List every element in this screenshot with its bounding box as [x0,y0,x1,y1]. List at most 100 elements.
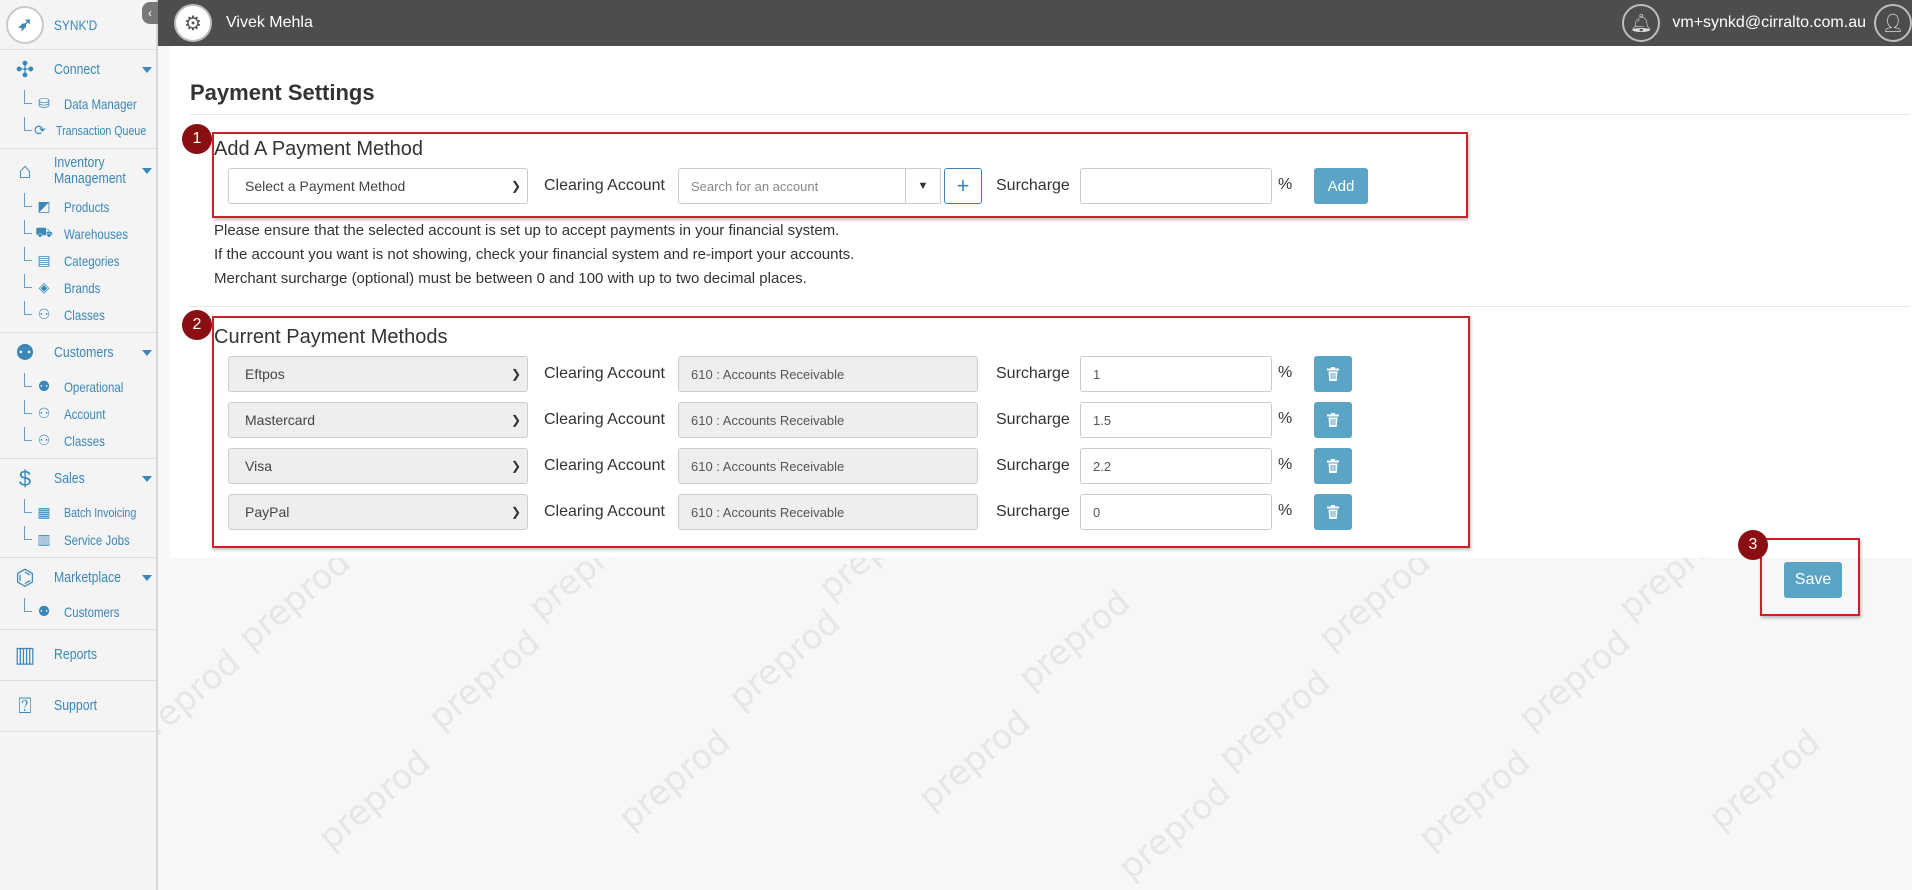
nav-sales[interactable]: $ Sales [0,459,156,499]
chevron-down-icon[interactable] [142,168,152,174]
nav-transaction-queue[interactable]: ⟳ Transaction Queue [0,117,156,144]
trash-icon [1327,505,1339,519]
note-account-setup: Please ensure that the selected account … [214,222,840,239]
nav-label: Transaction Queue [55,123,147,138]
clearing-account-label: Clearing Account [544,411,665,428]
category-icon: ▤ [37,252,51,268]
percent-label: % [1278,410,1293,427]
nav-data-manager[interactable]: ⛁ Data Manager [0,90,156,117]
add-button[interactable]: Add [1314,168,1368,204]
surcharge-input[interactable]: 1 [1080,356,1272,392]
nav-brands[interactable]: ◈ Brands [0,274,156,301]
watermark-text: preprod [1700,721,1829,839]
payment-method-row: Visa ❯ Clearing Account 610 : Accounts Re… [228,448,1408,484]
chevron-down-icon: ❯ [510,413,521,427]
delete-button[interactable] [1314,402,1352,438]
surcharge-label: Surcharge [996,503,1070,520]
nav-label: Products [64,198,110,215]
nav-group-sales: $ Sales ▦ Batch Invoicing ▥ Service Jobs [0,459,156,558]
nav-label: Sales [54,470,85,487]
warehouse-icon: ⌂ [18,158,32,183]
clearing-account-field: 610 : Accounts Receivable [678,448,978,484]
payment-method-select[interactable]: Select a Payment Method ❯ [228,168,528,204]
nav-label: Warehouses [64,225,129,242]
chevron-down-icon[interactable] [142,476,152,482]
user-name: Vivek Mehla [226,14,313,31]
payment-method-select[interactable]: Visa ❯ [228,448,528,484]
user-email[interactable]: vm+synkd@cirralto.com.au [1672,14,1866,32]
watermark-text: preprod [1310,541,1439,659]
hierarchy-icon: ⚇ [37,432,51,448]
watermark-text: preprod [1210,661,1339,779]
nav-marketplace-customers[interactable]: ⚉ Customers [0,598,156,625]
nav-customer-classes[interactable]: ⚇ Classes [0,427,156,454]
delete-button[interactable] [1314,356,1352,392]
nav-warehouses[interactable]: ⛟ Warehouses [0,220,156,247]
nav-service-jobs[interactable]: ▥ Service Jobs [0,526,156,553]
gear-icon[interactable]: ⚙ [174,4,212,42]
trash-icon [1327,413,1339,427]
surcharge-input[interactable] [1080,168,1272,204]
nav-inventory-management[interactable]: ⌂ Inventory Management [0,149,156,193]
nav-label: Operational [64,378,124,395]
user-avatar-icon[interactable]: 👤︎ [1874,4,1912,42]
rocket-icon: ➶ [6,5,44,44]
percent-label: % [1278,364,1293,381]
payment-method-value: Visa [245,458,272,474]
nav-connect[interactable]: ✣ Connect [0,50,156,90]
nav-group-inventory: ⌂ Inventory Management ◩ Products ⛟ Wareho… [0,149,156,333]
add-account-button[interactable]: + [944,168,982,204]
trash-icon [1327,459,1339,473]
nav-marketplace[interactable]: ⌬ Marketplace [0,558,156,598]
surcharge-label: Surcharge [996,411,1070,428]
nav-support[interactable]: ⍰ Support [0,681,156,731]
nav-group-customers: ⚉ Customers ⚉ Operational ⚇ Account ⚇ Class… [0,333,156,459]
payment-method-select[interactable]: Eftpos ❯ [228,356,528,392]
clearing-account-label: Clearing Account [544,457,665,474]
payment-method-value: PayPal [245,504,290,520]
nav-products[interactable]: ◩ Products [0,193,156,220]
nav-inventory-classes[interactable]: ⚇ Classes [0,301,156,328]
save-button[interactable]: Save [1784,562,1842,598]
surcharge-input[interactable]: 0 [1080,494,1272,530]
account-dropdown-button[interactable]: ▼ [905,168,941,204]
nav-operational[interactable]: ⚉ Operational [0,373,156,400]
surcharge-input[interactable]: 1.5 [1080,402,1272,438]
payment-method-select[interactable]: Mastercard ❯ [228,402,528,438]
sync-icon: ⟳ [34,122,46,138]
chevron-down-icon[interactable] [142,350,152,356]
nav-categories[interactable]: ▤ Categories [0,247,156,274]
delete-button[interactable] [1314,448,1352,484]
network-icon: ✣ [15,57,35,82]
delete-button[interactable] [1314,494,1352,530]
watermark-text: preprod [1010,581,1139,699]
payment-settings-panel: Payment Settings 1 Add A Payment Method … [170,46,1912,558]
surcharge-label: Surcharge [996,365,1070,382]
box-icon: ◩ [37,198,51,214]
nav-customers[interactable]: ⚉ Customers [0,333,156,373]
nav-label: Customers [54,344,114,361]
step-badge-2: 2 [182,310,212,340]
nav-label: Account [64,405,106,422]
chevron-down-icon[interactable] [142,575,152,581]
nav-batch-invoicing[interactable]: ▦ Batch Invoicing [0,499,156,526]
watermark-text: preprod [1110,771,1239,889]
nav-account[interactable]: ⚇ Account [0,400,156,427]
account-search-input[interactable]: Search for an account [678,168,906,204]
collapse-sidebar-button[interactable]: ‹ [142,2,158,24]
payment-method-row: PayPal ❯ Clearing Account 610 : Accounts … [228,494,1408,530]
nav-label: Support [54,697,98,714]
brand-logo[interactable]: ➶ SYNK'D [0,0,156,50]
chevron-down-icon[interactable] [142,67,152,73]
nav-reports[interactable]: ▥ Reports [0,630,156,680]
chevron-down-icon: ❯ [510,505,521,519]
clearing-account-field: 610 : Accounts Receivable [678,494,978,530]
payment-method-select[interactable]: PayPal ❯ [228,494,528,530]
step-badge-3: 3 [1738,530,1768,560]
surcharge-input[interactable]: 2.2 [1080,448,1272,484]
nav-label: Brands [64,279,101,296]
bell-icon[interactable]: 🔔︎ [1622,4,1661,42]
sidebar: ➶ SYNK'D ‹ ✣ Connect ⛁ Data Manager ⟳ Tran… [0,0,158,890]
clearing-account-label: Clearing Account [544,365,665,382]
trash-icon [1327,367,1339,381]
